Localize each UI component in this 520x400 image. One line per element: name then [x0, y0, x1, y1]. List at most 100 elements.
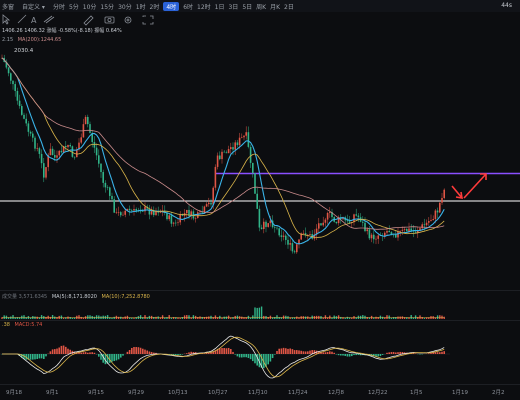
- x-axis-label: 9月29: [128, 390, 144, 396]
- macd-hist-bar: [296, 350, 298, 354]
- candle-body: [287, 239, 289, 245]
- camera-icon[interactable]: [104, 16, 115, 24]
- pencil-icon[interactable]: [83, 15, 94, 26]
- volume-bar: [3, 315, 5, 319]
- volume-bar: [106, 315, 109, 319]
- volume-bar: [249, 317, 252, 319]
- candle-body: [373, 234, 375, 240]
- macd-hist-bar: [441, 351, 443, 354]
- macd-hist-bar: [87, 352, 89, 354]
- macd-hist-bar: [269, 354, 272, 362]
- candle-body: [401, 229, 404, 231]
- candle-body: [388, 230, 390, 233]
- candle-body: [7, 67, 10, 74]
- x-axis-label: 9月1: [46, 390, 59, 396]
- candle-body: [25, 118, 27, 124]
- candle-body: [179, 214, 181, 223]
- candle-body: [406, 229, 408, 232]
- candle-body: [296, 244, 298, 253]
- macd-hist-bar: [230, 348, 232, 354]
- macd-hist-bar: [80, 352, 82, 354]
- macd-hist-bar: [271, 354, 274, 359]
- candle-body: [133, 209, 135, 211]
- chart-canvas[interactable]: A: [0, 0, 520, 400]
- candle-body: [58, 150, 60, 156]
- volume-bar: [12, 315, 14, 319]
- macd-hist-bar: [428, 353, 430, 354]
- macd-hist-bar: [179, 354, 181, 355]
- macd-hist-bar: [29, 354, 32, 360]
- macd-hist-bar: [443, 351, 445, 354]
- candle-body: [285, 235, 287, 240]
- macd-hist-bar: [434, 352, 437, 354]
- macd-hist-bar: [188, 352, 190, 354]
- candle-body: [197, 212, 199, 218]
- candle-body: [362, 221, 364, 223]
- volume-bar: [113, 316, 115, 319]
- candle-body: [142, 211, 144, 212]
- macd-hist-bar: [252, 354, 254, 362]
- candle-body: [320, 223, 322, 226]
- x-axis-label: 11月10: [248, 390, 268, 396]
- candle-body: [102, 172, 104, 183]
- candle-body: [280, 235, 283, 237]
- cursor-icon[interactable]: [2, 14, 11, 25]
- macd-hist-bar: [137, 347, 140, 354]
- volume-bar: [419, 315, 421, 319]
- macd-hist-bar: [84, 352, 87, 354]
- macd-hist-bar: [282, 347, 285, 354]
- candle-body: [60, 150, 63, 153]
- settings-icon[interactable]: [124, 16, 132, 24]
- macd-hist-bar: [247, 354, 250, 358]
- candle-body: [111, 195, 113, 200]
- volume-bar: [436, 315, 439, 319]
- macd-histogram: [1, 345, 445, 369]
- macd-hist-bar: [225, 348, 228, 354]
- text-icon[interactable]: A: [31, 16, 37, 25]
- x-axis-label: 9月18: [6, 390, 22, 396]
- candle-body: [80, 137, 82, 143]
- candle-body: [436, 210, 439, 213]
- candle-body: [210, 202, 212, 205]
- volume-bar: [375, 316, 377, 319]
- candle-body: [95, 147, 98, 156]
- candle-body: [34, 137, 36, 149]
- macd-hist-bar: [243, 354, 245, 358]
- forecast-arrow[interactable]: [451, 173, 487, 199]
- volume-bar: [38, 317, 41, 319]
- candle-body: [386, 230, 388, 233]
- macd-hist-bar: [353, 354, 355, 356]
- macd-hist-bar: [122, 354, 124, 356]
- candle-body: [432, 219, 434, 221]
- candle-body: [267, 223, 269, 227]
- candle-body: [73, 156, 76, 158]
- macd-hist-bar: [56, 348, 58, 354]
- macd-hist-bar: [98, 354, 100, 357]
- macd-hist-bar: [298, 350, 300, 354]
- macd-hist-bar: [278, 348, 280, 354]
- candle-body: [243, 135, 245, 138]
- candle-body: [364, 222, 366, 232]
- candle-body: [326, 212, 329, 220]
- candle-body: [106, 187, 109, 188]
- candle-body: [252, 162, 254, 174]
- volume-bar: [192, 315, 195, 319]
- candle-body: [216, 155, 219, 167]
- candle-body: [23, 114, 25, 119]
- candle-body: [247, 132, 250, 147]
- fullscreen-icon[interactable]: [142, 15, 154, 25]
- macd-hist-bar: [430, 352, 432, 354]
- candle-body: [104, 182, 107, 188]
- candle-body: [241, 137, 243, 138]
- candle-body: [355, 214, 357, 216]
- candle-body: [258, 208, 261, 228]
- macd-hist-bar: [309, 350, 311, 354]
- candle-body: [335, 221, 338, 224]
- volume-bar: [62, 317, 65, 319]
- macd-hist-bar: [60, 345, 63, 354]
- macd-hist-bar: [307, 351, 309, 354]
- candle-body: [309, 233, 311, 235]
- trend-line-icon[interactable]: [17, 14, 27, 24]
- candle-body: [219, 155, 221, 160]
- ruler-icon[interactable]: [43, 15, 55, 24]
